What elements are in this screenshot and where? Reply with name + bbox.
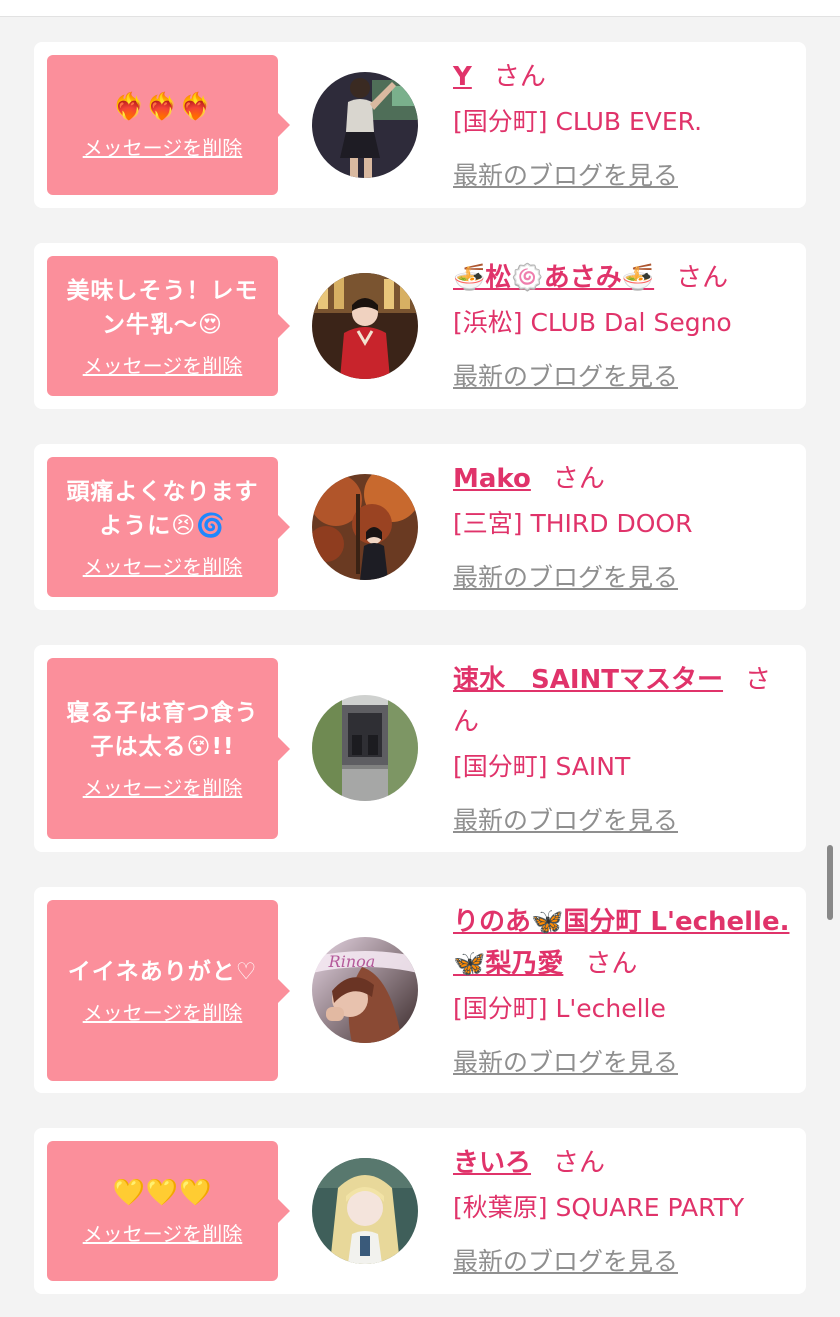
- message-card: イイネありがと♡ メッセージを削除 Rinoa りのあ🦋国分町 L'echell…: [34, 887, 806, 1093]
- avatar-watermark-text: Rinoa: [328, 952, 376, 971]
- card-info: 🍜松🍥あさみ🍜 さん [浜松] CLUB Dal Segno 最新のブログを見る: [453, 257, 793, 397]
- latest-blog-link[interactable]: 最新のブログを見る: [453, 558, 678, 598]
- latest-blog-link[interactable]: 最新のブログを見る: [453, 156, 678, 196]
- message-text: ❤️‍🔥❤️‍🔥❤️‍🔥: [112, 91, 213, 122]
- avatar[interactable]: [312, 1158, 418, 1264]
- avatar[interactable]: [312, 273, 418, 379]
- message-text: 寝る子は育つ食う子は太る😵!!: [66, 700, 259, 760]
- message-bubble: 💛💛💛 メッセージを削除: [47, 1141, 290, 1281]
- scrollbar-thumb[interactable]: [827, 845, 833, 920]
- user-name-link[interactable]: きいろ: [453, 1148, 531, 1178]
- name-line: りのあ🦋国分町 L'echelle.🦋梨乃愛 さん: [453, 901, 793, 985]
- avatar[interactable]: [312, 72, 418, 178]
- message-text: 頭痛よくなりますように😣🌀: [66, 478, 259, 539]
- shop-text: [浜松] CLUB Dal Segno: [453, 308, 732, 337]
- avatar[interactable]: Rinoa: [312, 937, 418, 1043]
- san-suffix: さん: [676, 263, 729, 293]
- avatar-photo-blonde: [312, 1158, 418, 1264]
- card-info: Y さん [国分町] CLUB EVER. 最新のブログを見る: [453, 56, 793, 196]
- avatar-photo-autumn: [312, 474, 418, 580]
- top-divider: [0, 0, 840, 17]
- message-bubble: イイネありがと♡ メッセージを削除: [47, 900, 290, 1081]
- delete-message-link[interactable]: メッセージを削除: [83, 551, 243, 580]
- card-info: 速水 SAINTマスター さん [国分町] SAINT 最新のブログを見る: [453, 659, 793, 841]
- message-bubble: 美味しそう！レモン牛乳〜😍 メッセージを削除: [47, 256, 290, 396]
- message-card: 頭痛よくなりますように😣🌀 メッセージを削除 Mako さん [三宮] THIRD…: [34, 444, 806, 610]
- avatar[interactable]: [312, 695, 418, 801]
- user-name-link[interactable]: Mako: [453, 464, 531, 494]
- card-info: りのあ🦋国分町 L'echelle.🦋梨乃愛 さん [国分町] L'echelle…: [453, 901, 793, 1083]
- name-line: 速水 SAINTマスター さん: [453, 659, 793, 743]
- shop-text: [国分町] CLUB EVER.: [453, 107, 703, 136]
- san-suffix: さん: [493, 62, 546, 92]
- name-line: Y さん: [453, 56, 793, 98]
- message-bubble: 頭痛よくなりますように😣🌀 メッセージを削除: [47, 457, 290, 597]
- avatar[interactable]: [312, 474, 418, 580]
- card-info: きいろ さん [秋葉原] SQUARE PARTY 最新のブログを見る: [453, 1142, 793, 1282]
- latest-blog-link[interactable]: 最新のブログを見る: [453, 1043, 678, 1083]
- message-card: ❤️‍🔥❤️‍🔥❤️‍🔥 メッセージを削除 Y さん [国分町] CLUB EVE…: [34, 42, 806, 208]
- name-line: Mako さん: [453, 458, 793, 500]
- name-line: 🍜松🍥あさみ🍜 さん: [453, 257, 793, 299]
- avatar-photo-rinoa: Rinoa: [312, 937, 418, 1043]
- san-suffix: さん: [585, 949, 638, 979]
- avatar-photo-dancer: [312, 72, 418, 178]
- message-text: 💛💛💛: [112, 1177, 213, 1208]
- delete-message-link[interactable]: メッセージを削除: [83, 772, 243, 801]
- shop-text: [三宮] THIRD DOOR: [453, 509, 693, 538]
- latest-blog-link[interactable]: 最新のブログを見る: [453, 801, 678, 841]
- shop-text: [国分町] L'echelle: [453, 994, 666, 1023]
- card-info: Mako さん [三宮] THIRD DOOR 最新のブログを見る: [453, 458, 793, 598]
- shop-text: [秋葉原] SQUARE PARTY: [453, 1193, 745, 1222]
- delete-message-link[interactable]: メッセージを削除: [83, 132, 243, 161]
- avatar-photo-kimono: [312, 273, 418, 379]
- name-line: きいろ さん: [453, 1142, 793, 1184]
- san-suffix: さん: [553, 1148, 606, 1178]
- message-card: 寝る子は育つ食う子は太る😵!! メッセージを削除 速水 SAINTマスター さん …: [34, 645, 806, 852]
- message-bubble: 寝る子は育つ食う子は太る😵!! メッセージを削除: [47, 658, 290, 839]
- message-card: 💛💛💛 メッセージを削除 きいろ さん [秋葉原] SQUARE PARTY 最新…: [34, 1128, 806, 1294]
- user-name-link[interactable]: Y: [453, 62, 472, 92]
- delete-message-link[interactable]: メッセージを削除: [83, 997, 243, 1026]
- message-text: イイネありがと♡: [67, 959, 258, 985]
- latest-blog-link[interactable]: 最新のブログを見る: [453, 357, 678, 397]
- shop-text: [国分町] SAINT: [453, 752, 631, 781]
- message-card: 美味しそう！レモン牛乳〜😍 メッセージを削除 🍜松🍥あさみ🍜 さん [浜松] C…: [34, 243, 806, 409]
- delete-message-link[interactable]: メッセージを削除: [83, 350, 243, 379]
- avatar-photo-room: [312, 695, 418, 801]
- message-bubble: ❤️‍🔥❤️‍🔥❤️‍🔥 メッセージを削除: [47, 55, 290, 195]
- message-text: 美味しそう！レモン牛乳〜😍: [66, 277, 259, 338]
- latest-blog-link[interactable]: 最新のブログを見る: [453, 1242, 678, 1282]
- delete-message-link[interactable]: メッセージを削除: [83, 1218, 243, 1247]
- san-suffix: さん: [552, 464, 605, 494]
- user-name-link[interactable]: 速水 SAINTマスター: [453, 665, 723, 695]
- user-name-link[interactable]: 🍜松🍥あさみ🍜: [453, 263, 654, 293]
